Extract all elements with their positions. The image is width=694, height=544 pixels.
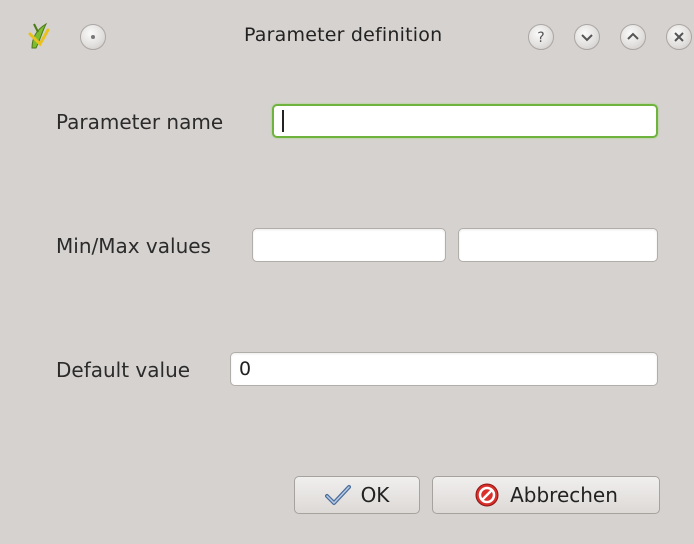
default-value-input[interactable] xyxy=(230,352,658,386)
svg-text:?: ? xyxy=(537,30,544,46)
checkmark-icon xyxy=(324,485,351,505)
min-value-input[interactable] xyxy=(252,228,446,262)
window-title: Parameter definition xyxy=(244,24,443,46)
minmax-label: Min/Max values xyxy=(56,234,211,258)
chevron-down-icon[interactable] xyxy=(574,24,600,50)
ok-button-label: OK xyxy=(360,483,390,507)
close-icon[interactable] xyxy=(666,24,692,50)
help-icon[interactable]: ? xyxy=(528,24,554,50)
dialog-window: Parameter definition ? Parameter name Mi… xyxy=(0,0,694,544)
parameter-name-label: Parameter name xyxy=(56,110,224,134)
chevron-up-icon[interactable] xyxy=(620,24,646,50)
window-menu-icon[interactable] xyxy=(80,24,106,50)
title-bar[interactable]: Parameter definition ? xyxy=(0,0,694,72)
max-value-input[interactable] xyxy=(458,228,658,262)
cancel-button[interactable]: Abbrechen xyxy=(432,476,660,514)
default-value-label: Default value xyxy=(56,358,191,382)
ok-button[interactable]: OK xyxy=(294,476,420,514)
parameter-name-input[interactable] xyxy=(272,104,658,138)
qgis-logo-icon xyxy=(28,22,50,49)
cancel-button-label: Abbrechen xyxy=(510,483,618,507)
text-caret xyxy=(282,110,284,132)
cancel-icon xyxy=(475,483,499,507)
